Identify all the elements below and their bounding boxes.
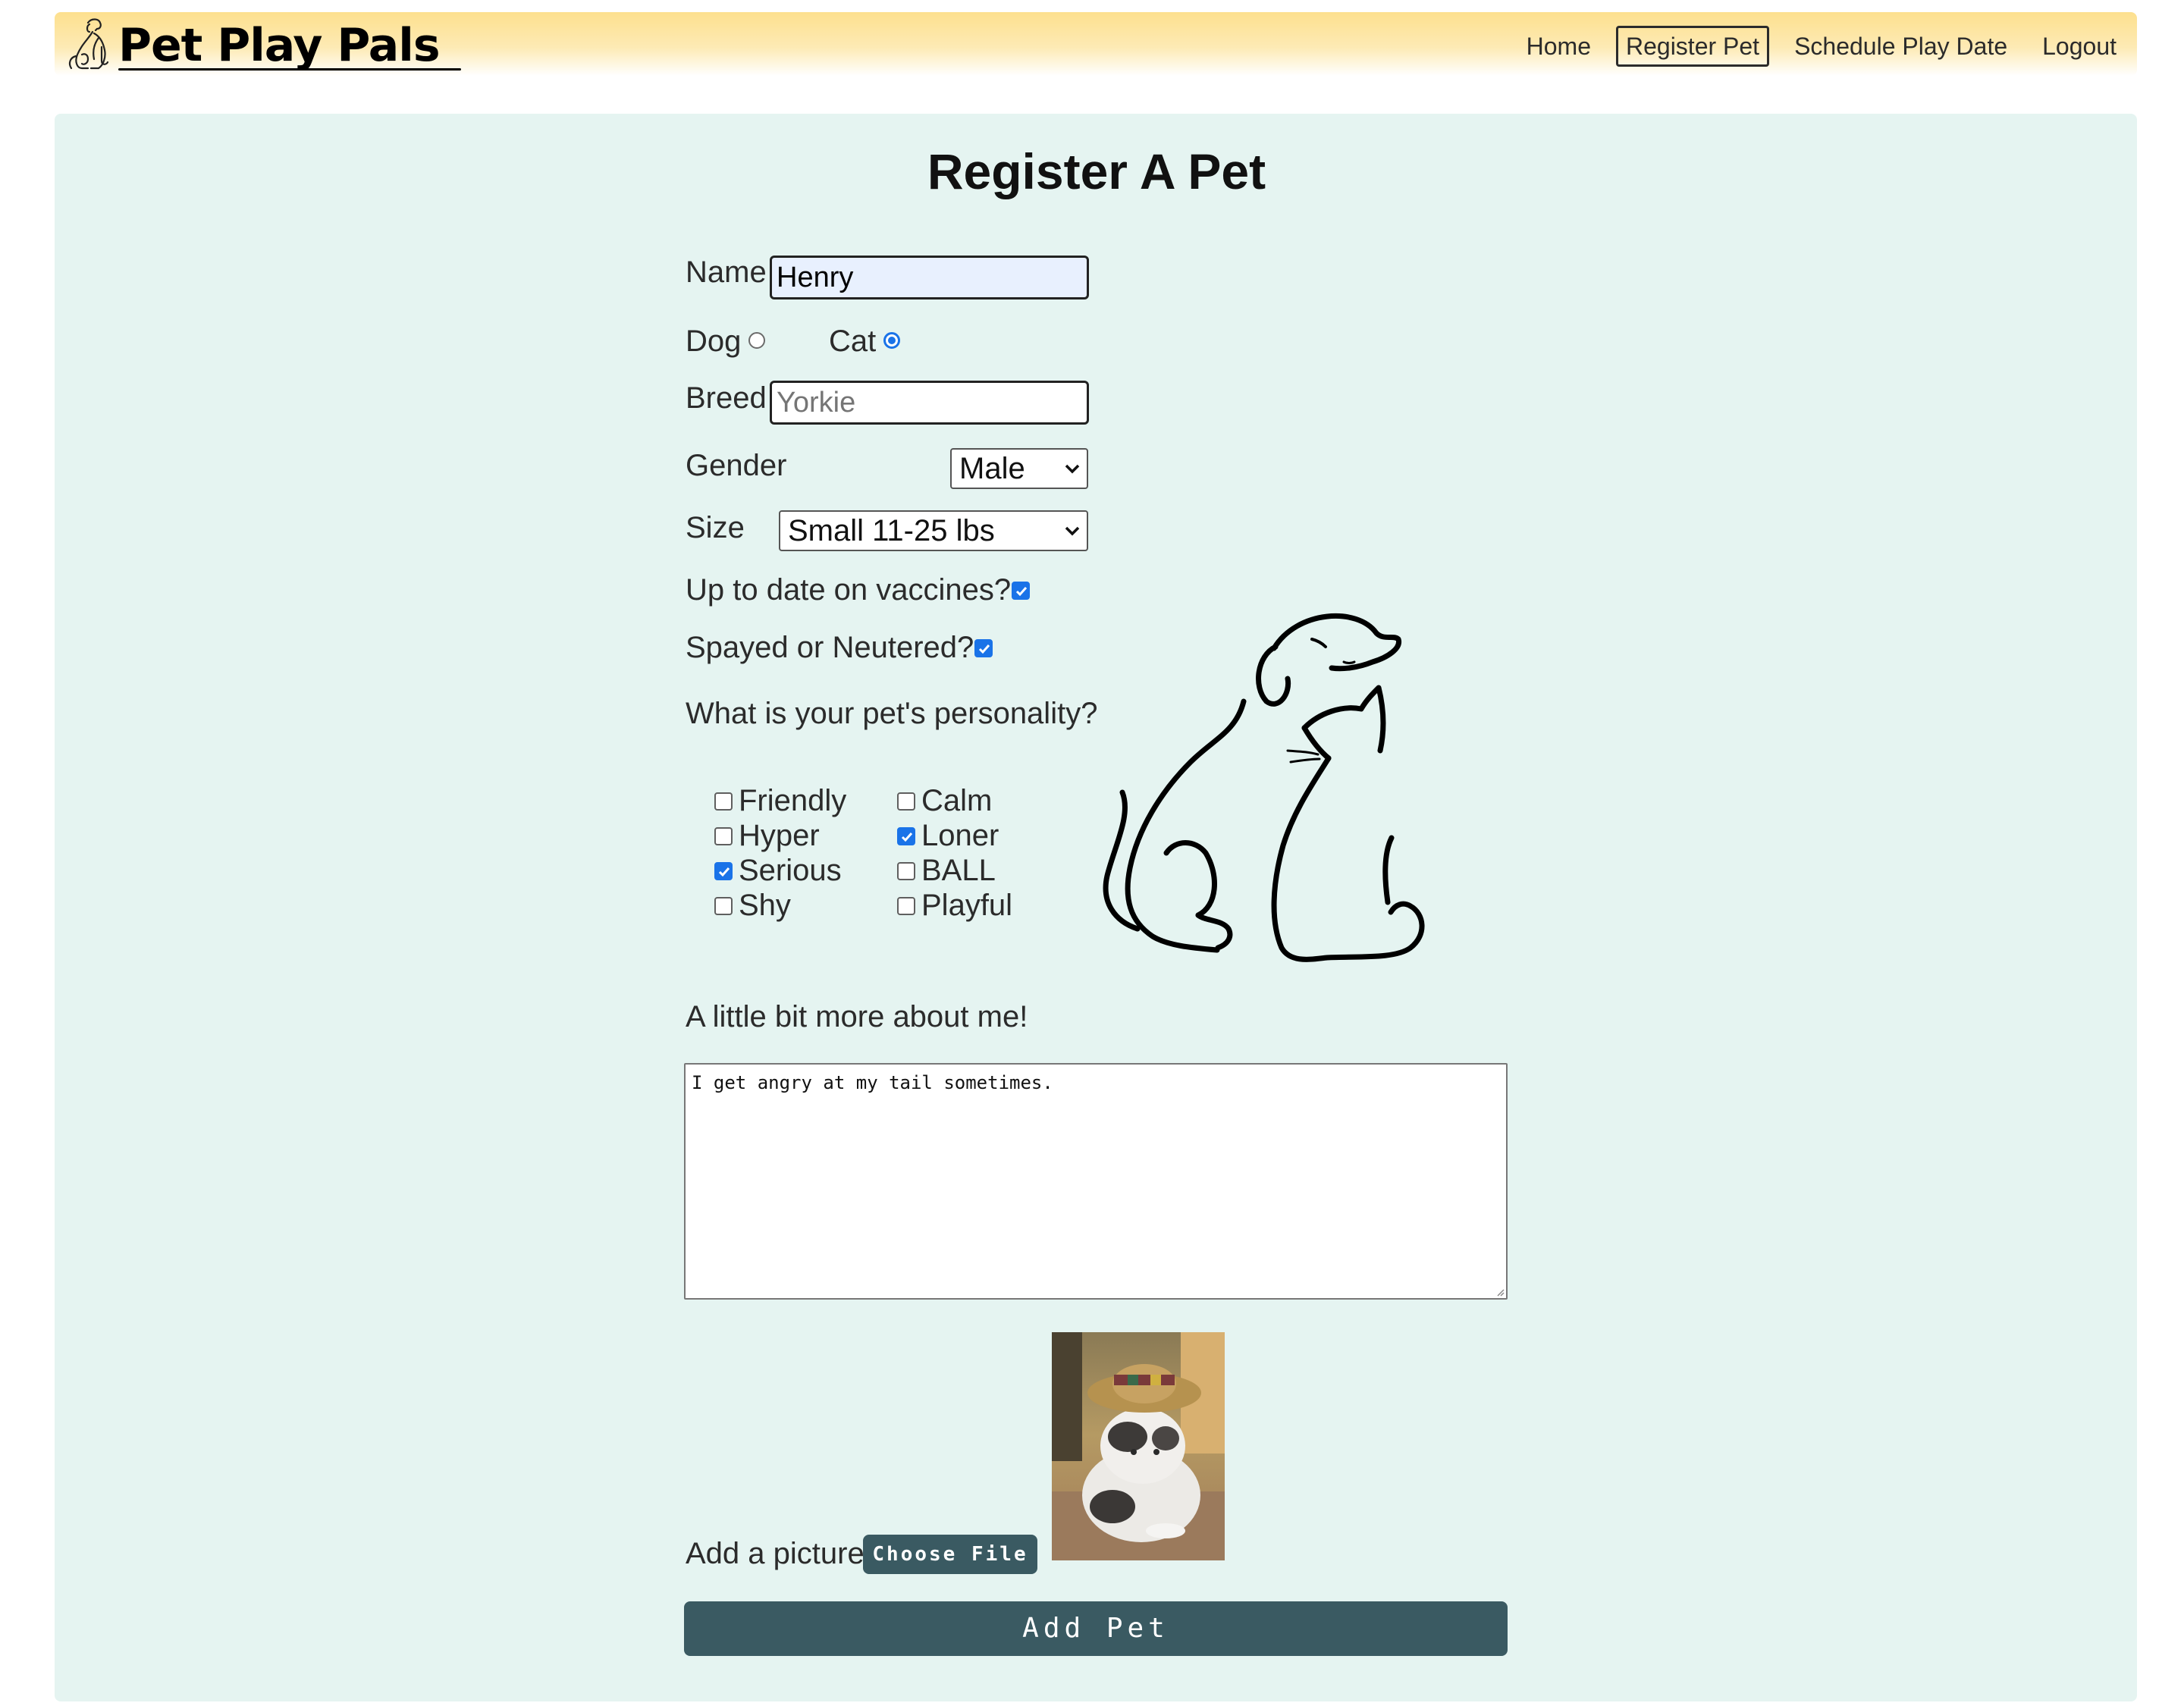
breed-input[interactable]	[770, 381, 1089, 425]
dog-radio[interactable]	[748, 332, 765, 349]
top-navbar: Pet Play Pals Home Register Pet Schedule…	[55, 12, 2137, 76]
trait-serious-checkbox[interactable]	[714, 862, 733, 880]
personality-question: What is your pet's personality?	[686, 697, 1098, 730]
checkmark-icon	[718, 867, 730, 877]
trait-loner-label: Loner	[921, 819, 999, 852]
trait-shy-checkbox[interactable]	[714, 897, 733, 915]
gender-select[interactable]: Male	[950, 448, 1088, 489]
logo[interactable]: Pet Play Pals	[55, 12, 461, 76]
pet-photo	[1052, 1332, 1225, 1560]
about-text: I get angry at my tail sometimes.	[692, 1072, 1053, 1093]
chevron-down-icon	[1065, 526, 1080, 536]
resize-handle-icon[interactable]	[1495, 1287, 1505, 1297]
name-input[interactable]	[770, 256, 1089, 299]
trait-serious-label: Serious	[739, 854, 842, 887]
trait-friendly-label: Friendly	[739, 784, 847, 817]
about-textarea[interactable]: I get angry at my tail sometimes.	[684, 1063, 1508, 1300]
spayed-checkbox[interactable]	[974, 639, 993, 657]
breed-label: Breed	[686, 381, 767, 415]
checkmark-icon	[1015, 587, 1028, 597]
dog-label: Dog	[686, 325, 742, 358]
nav-home[interactable]: Home	[1517, 26, 1601, 67]
trait-calm-checkbox[interactable]	[897, 792, 915, 811]
trait-playful-checkbox[interactable]	[897, 897, 915, 915]
trait-friendly-checkbox[interactable]	[714, 792, 733, 811]
add-pet-button[interactable]: Add Pet	[684, 1601, 1508, 1656]
chevron-down-icon	[1065, 464, 1080, 474]
checkmark-icon	[901, 833, 913, 842]
dog-cat-illustration	[1103, 613, 1425, 962]
size-select[interactable]: Small 11-25 lbs	[779, 510, 1088, 551]
cat-radio[interactable]	[883, 332, 900, 349]
nav-register-pet[interactable]: Register Pet	[1615, 26, 1770, 67]
trait-hyper-checkbox[interactable]	[714, 827, 733, 845]
cat-label: Cat	[829, 325, 877, 358]
brand-name: Pet Play Pals	[118, 19, 441, 72]
brand-underline	[118, 68, 461, 71]
trait-ball-label: BALL	[921, 854, 996, 887]
trait-loner-checkbox[interactable]	[897, 827, 915, 845]
main-nav: Home Register Pet Schedule Play Date Log…	[1502, 26, 2126, 67]
size-label: Size	[686, 511, 745, 544]
name-label: Name	[686, 256, 767, 289]
page-title: Register A Pet	[927, 143, 1266, 199]
gender-selected: Male	[959, 452, 1025, 485]
gender-label: Gender	[686, 449, 787, 482]
vaccines-checkbox[interactable]	[1012, 582, 1030, 600]
trait-playful-label: Playful	[921, 889, 1013, 922]
trait-ball-checkbox[interactable]	[897, 862, 915, 880]
nav-logout[interactable]: Logout	[2032, 26, 2126, 67]
checkmark-icon	[978, 644, 990, 654]
dog-cat-logo-icon	[68, 18, 109, 70]
vaccines-label: Up to date on vaccines?	[686, 573, 1012, 607]
choose-file-button[interactable]: Choose File	[863, 1535, 1037, 1574]
trait-calm-label: Calm	[921, 784, 993, 817]
trait-shy-label: Shy	[739, 889, 791, 922]
about-label: A little bit more about me!	[686, 1000, 1028, 1033]
picture-label: Add a picture	[686, 1537, 864, 1570]
spayed-label: Spayed or Neutered?	[686, 631, 974, 664]
size-selected: Small 11-25 lbs	[788, 514, 995, 547]
nav-schedule-play-date[interactable]: Schedule Play Date	[1784, 26, 2017, 67]
trait-hyper-label: Hyper	[739, 819, 820, 852]
